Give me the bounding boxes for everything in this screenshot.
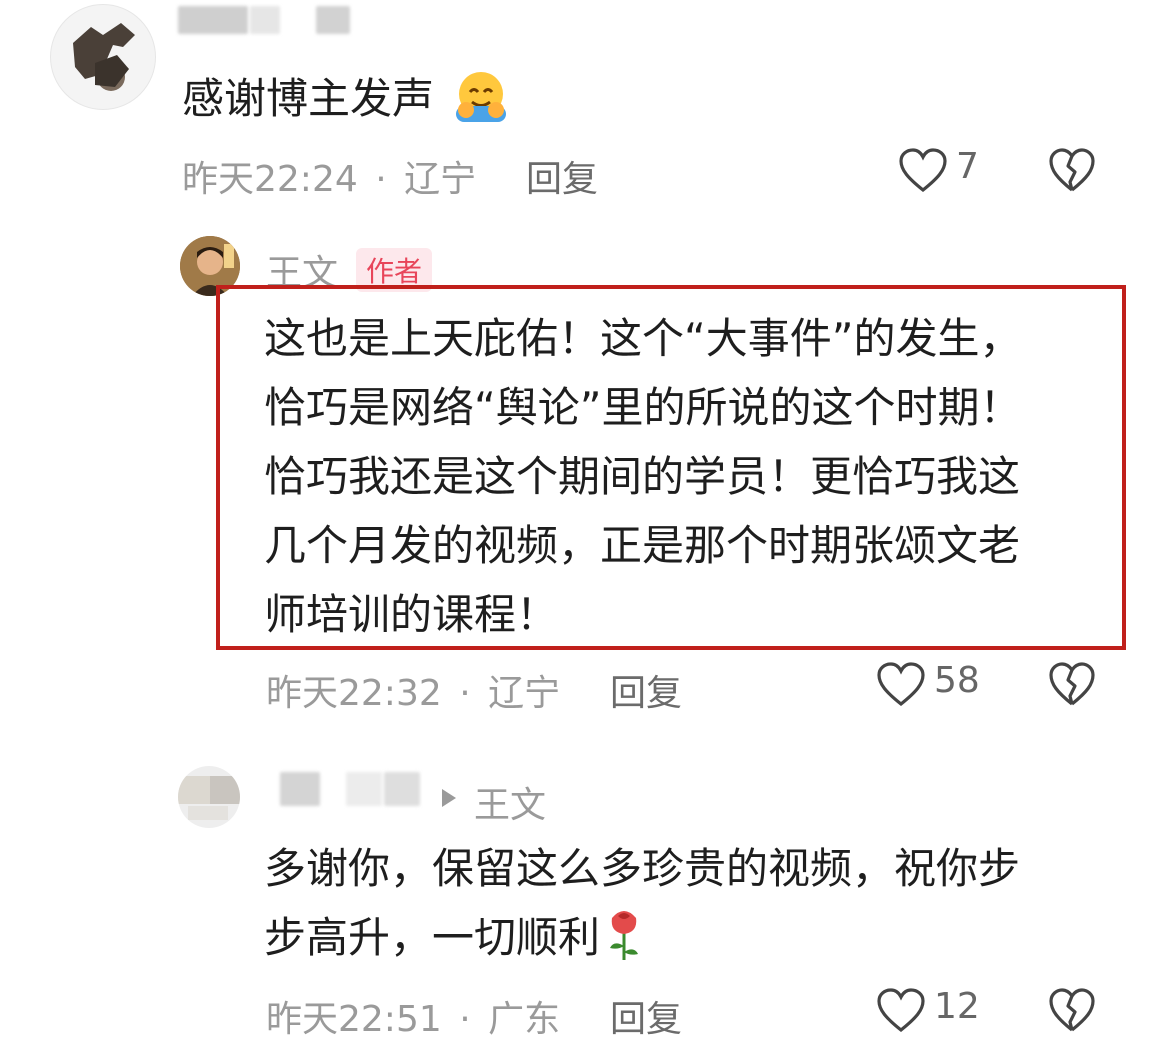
username-blurred [384, 772, 420, 806]
broken-heart-icon [1048, 148, 1096, 194]
location: 辽宁 [404, 159, 477, 200]
username-blurred [178, 6, 248, 34]
comment-meta: 昨天22:32 · 辽宁 [266, 664, 560, 716]
comment-text: 多谢你，保留这么多珍贵的视频，祝你步 步高升，一切顺利 [264, 834, 1020, 972]
text-line: 步高升，一切顺利 [264, 903, 1020, 972]
heart-outline-icon [898, 148, 948, 194]
rose-emoji [604, 906, 644, 962]
dislike-button[interactable] [1048, 148, 1096, 194]
broken-heart-icon [1048, 662, 1096, 708]
location: 广东 [488, 999, 561, 1040]
dislike-button[interactable] [1048, 988, 1096, 1034]
like-count: 12 [934, 986, 980, 1027]
separator: · [375, 159, 387, 200]
username-blurred [280, 772, 320, 806]
separator: · [459, 999, 471, 1040]
text-line: 恰巧是网络“舆论”里的所说的这个时期！ [264, 383, 1022, 432]
timestamp: 昨天22:24 [182, 159, 358, 200]
avatar[interactable] [50, 4, 156, 110]
comment-meta: 昨天22:24 · 辽宁 [182, 150, 476, 202]
heart-outline-icon [876, 988, 926, 1034]
text-line: 师培训的课程！ [264, 590, 559, 639]
comment-text: 感谢博主发声 [182, 74, 435, 123]
reply-button[interactable]: 回复 [526, 150, 598, 202]
comment-meta: 昨天22:51 · 广东 [266, 990, 560, 1042]
username-blurred [250, 6, 280, 34]
separator: · [459, 673, 471, 714]
timestamp: 昨天22:32 [266, 673, 442, 714]
reply-button[interactable]: 回复 [610, 990, 682, 1042]
comment-text: 这也是上天庇佑！这个“大事件”的发生， 恰巧是网络“舆论”里的所说的这个时期！ … [264, 304, 1022, 649]
timestamp: 昨天22:51 [266, 999, 442, 1040]
like-count: 58 [934, 660, 980, 701]
username-blurred [316, 6, 350, 34]
text-line: 这也是上天庇佑！这个“大事件”的发生， [264, 314, 1022, 363]
dislike-button[interactable] [1048, 662, 1096, 708]
hug-emoji [452, 70, 510, 126]
like-count: 7 [956, 146, 979, 187]
broken-heart-icon [1048, 988, 1096, 1034]
text-line: 恰巧我还是这个期间的学员！更恰巧我这 [264, 452, 1021, 501]
text-line: 多谢你，保留这么多珍贵的视频，祝你步 [264, 844, 1021, 893]
reply-button[interactable]: 回复 [610, 664, 682, 716]
triangle-right-icon [440, 787, 458, 809]
avatar[interactable] [178, 766, 240, 828]
reply-to-name[interactable]: 王文 [474, 776, 546, 828]
location: 辽宁 [488, 673, 561, 714]
username-blurred [346, 772, 382, 806]
text-line: 几个月发的视频，正是那个时期张颂文老 [264, 521, 1021, 570]
heart-outline-icon [876, 662, 926, 708]
